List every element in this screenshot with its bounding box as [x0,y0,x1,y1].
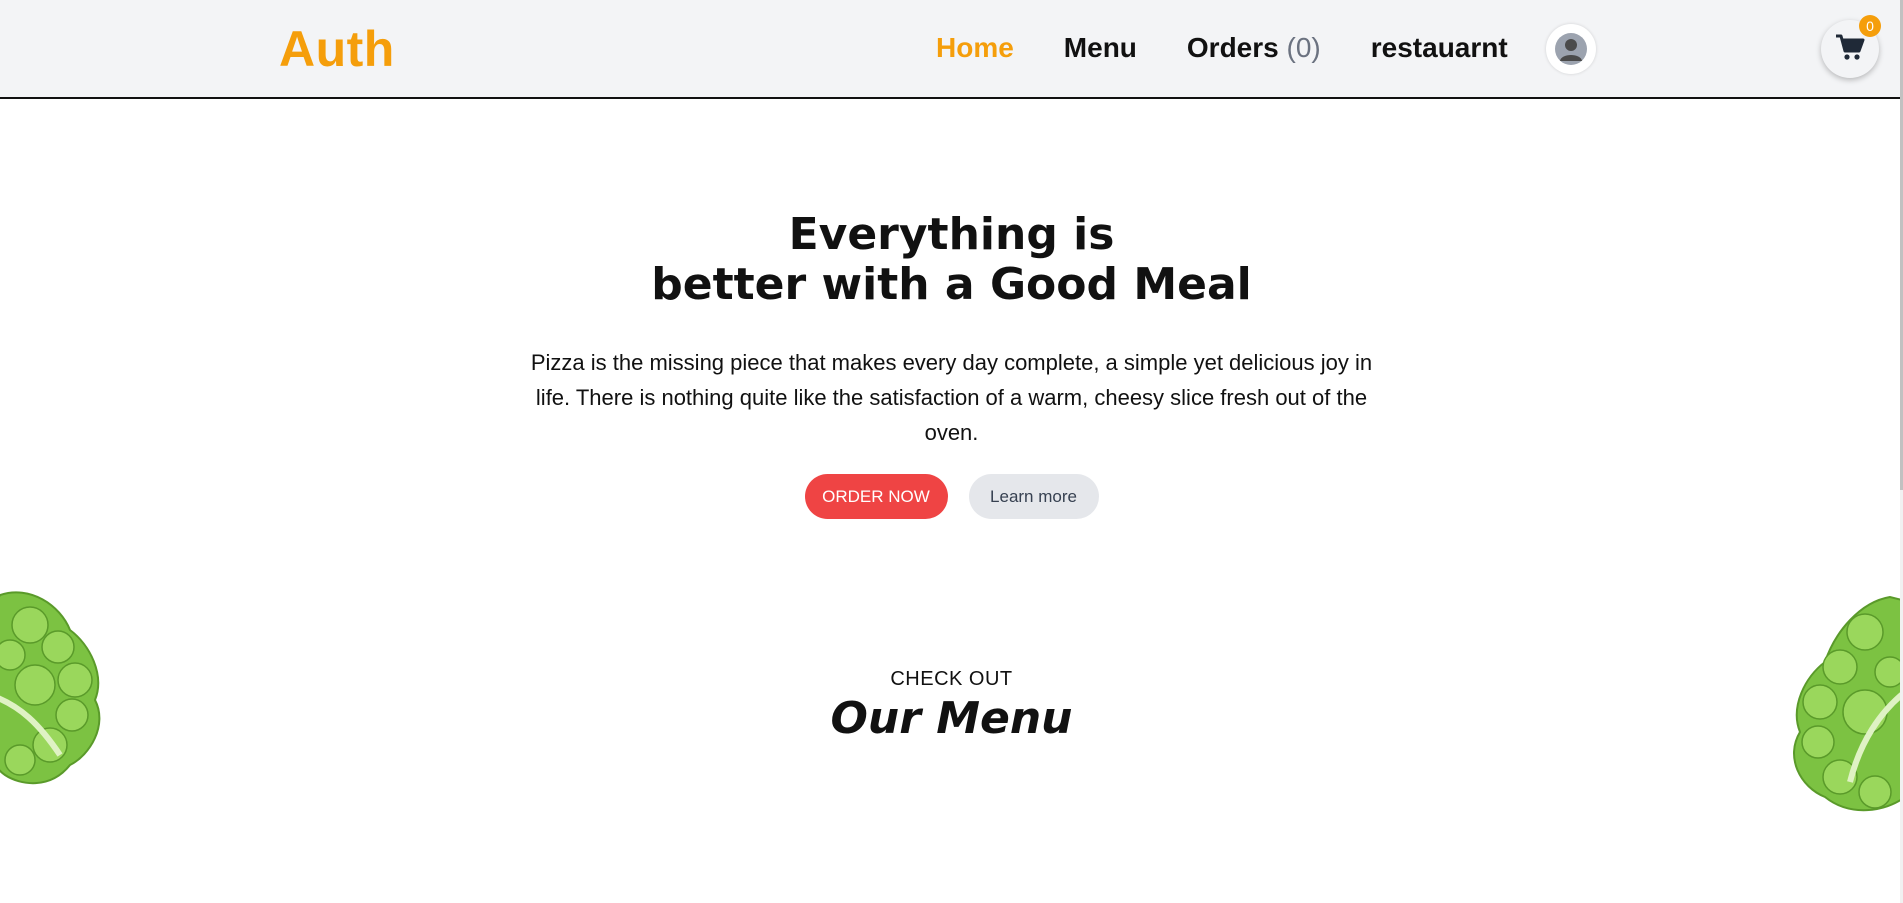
lettuce-left-image [0,585,130,800]
menu-section: CHECK OUT Our Menu [0,668,1903,744]
page: Auth Home Menu Orders (0) restauarnt 0 E… [0,0,1903,903]
nav-restaurant[interactable]: restauarnt [1371,32,1508,64]
menu-kicker: CHECK OUT [890,668,1013,690]
main-nav: Home Menu Orders (0) restauarnt [936,32,1558,64]
hero-description: Pizza is the missing piece that makes ev… [530,350,1373,445]
nav-orders-label: Orders [1186,32,1279,63]
site-header: Auth Home Menu Orders (0) restauarnt 0 [0,0,1903,99]
hero-section: Everything is better with a Good Meal Pi… [0,210,1903,519]
user-avatar-icon[interactable] [1546,24,1596,74]
learn-more-button[interactable]: Learn more [968,474,1099,519]
cart-count-badge: 0 [1859,15,1881,37]
menu-title: Our Menu [830,693,1073,744]
order-now-button[interactable]: ORDER NOW [804,474,948,519]
hero-title-line-1: Everything is [788,209,1115,260]
nav-orders[interactable]: Orders (0) [1187,32,1321,64]
lettuce-right-image [1770,592,1903,827]
hero-title: Everything is better with a Good Meal [0,210,1903,310]
nav-home[interactable]: Home [936,32,1014,64]
hero-title-line-2: better with a Good Meal [651,259,1252,310]
site-logo[interactable]: Auth [279,20,395,78]
shopping-cart-icon [1835,33,1865,66]
hero-buttons: ORDER NOW Learn more [0,474,1903,519]
nav-menu[interactable]: Menu [1064,32,1137,64]
orders-count: (0) [1286,32,1321,63]
